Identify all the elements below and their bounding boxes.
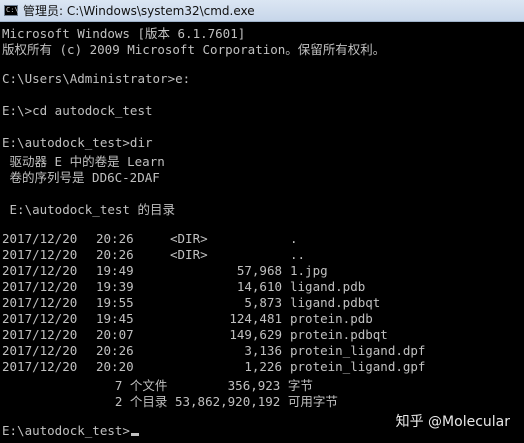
entry-name: protein.pdbqt: [290, 327, 388, 342]
entry-time: 20:26: [96, 343, 134, 358]
table-row: 2017/12/20 20:26 <DIR>..: [2, 247, 522, 263]
entry-date: 2017/12/20: [2, 311, 78, 326]
entry-time: 20:20: [96, 359, 134, 374]
entry-date: 2017/12/20: [2, 343, 78, 358]
entry-date: 2017/12/20: [2, 359, 78, 374]
entry-size: 5,873: [244, 295, 282, 310]
entry-name: ligand.pdb: [290, 279, 366, 294]
table-row: 2017/12/20 19:45 124,481 protein.pdb: [2, 311, 522, 327]
entry-time: 19:45: [96, 311, 134, 326]
cmd-window: C:\ 管理员: C:\Windows\system32\cmd.exe Mic…: [0, 0, 524, 443]
entry-dir: <DIR>: [170, 231, 208, 246]
table-row: 2017/12/20 19:39 14,610 ligand.pdb: [2, 279, 522, 295]
table-row: 2017/12/20 20:26 3,136 protein_ligand.dpf: [2, 343, 522, 359]
window-title: 管理员: C:\Windows\system32\cmd.exe: [23, 4, 255, 18]
entry-size: 57,968: [236, 263, 282, 278]
volume-serial-line: 卷的序列号是 DD6C-2DAF: [2, 170, 160, 185]
entry-name: ligand.pdbqt: [290, 295, 381, 310]
entry-size: 149,629: [229, 327, 282, 342]
entry-date: 2017/12/20: [2, 295, 78, 310]
command-line-cd: E:\>cd autodock_test: [2, 103, 153, 118]
entry-name: .: [290, 231, 298, 246]
entry-name: protein_ligand.gpf: [290, 359, 426, 374]
summary-dirs-line: 2 个目录 53,862,920,192 可用字节: [2, 394, 338, 409]
entry-date: 2017/12/20: [2, 247, 78, 262]
entry-name: 1.jpg: [290, 263, 328, 278]
entry-name: protein.pdb: [290, 311, 373, 326]
entry-size: 1,226: [244, 359, 282, 374]
summary-files-line: 7 个文件 356,923 字节: [2, 378, 313, 393]
entry-size: 3,136: [244, 343, 282, 358]
entry-size: 124,481: [229, 311, 282, 326]
title-bar[interactable]: C:\ 管理员: C:\Windows\system32\cmd.exe: [0, 0, 524, 22]
table-row: 2017/12/20 19:55 5,873 ligand.pdbqt: [2, 295, 522, 311]
entry-date: 2017/12/20: [2, 231, 78, 246]
entry-time: 20:07: [96, 327, 134, 342]
volume-label-line: 驱动器 E 中的卷是 Learn: [2, 154, 165, 169]
table-row: 2017/12/20 19:49 57,968 1.jpg: [2, 263, 522, 279]
watermark-text: 知乎 @Molecular: [395, 414, 510, 430]
table-row: 2017/12/20 20:07 149,629 protein.pdbqt: [2, 327, 522, 343]
header-version-line: Microsoft Windows [版本 6.1.7601]: [2, 26, 246, 41]
entry-date: 2017/12/20: [2, 327, 78, 342]
text-cursor: [130, 433, 139, 436]
entry-time: 20:26: [96, 247, 134, 262]
table-row: 2017/12/20 20:26 <DIR>.: [2, 231, 522, 247]
command-prompt-icon: C:\: [4, 5, 19, 16]
prompt-line[interactable]: E:\autodock_test>: [2, 423, 139, 439]
entry-time: 19:49: [96, 263, 134, 278]
entry-name: ..: [290, 247, 306, 262]
command-line-drive: C:\Users\Administrator>e:: [2, 71, 191, 86]
directory-of-line: E:\autodock_test 的目录: [2, 202, 175, 217]
entry-date: 2017/12/20: [2, 279, 78, 294]
command-line-dir: E:\autodock_test>dir: [2, 135, 153, 150]
entry-dir: <DIR>: [170, 247, 208, 262]
entry-name: protein_ligand.dpf: [290, 343, 426, 358]
table-row: 2017/12/20 20:20 1,226 protein_ligand.gpf: [2, 359, 522, 375]
entry-time: 19:55: [96, 295, 134, 310]
console-output[interactable]: Microsoft Windows [版本 6.1.7601] 版权所有 (c)…: [2, 23, 522, 441]
prompt-text: E:\autodock_test>: [2, 423, 130, 438]
entry-time: 20:26: [96, 231, 134, 246]
header-copyright-line: 版权所有 (c) 2009 Microsoft Corporation。保留所有…: [2, 42, 386, 57]
entry-date: 2017/12/20: [2, 263, 78, 278]
entry-time: 19:39: [96, 279, 134, 294]
entry-size: 14,610: [236, 279, 282, 294]
